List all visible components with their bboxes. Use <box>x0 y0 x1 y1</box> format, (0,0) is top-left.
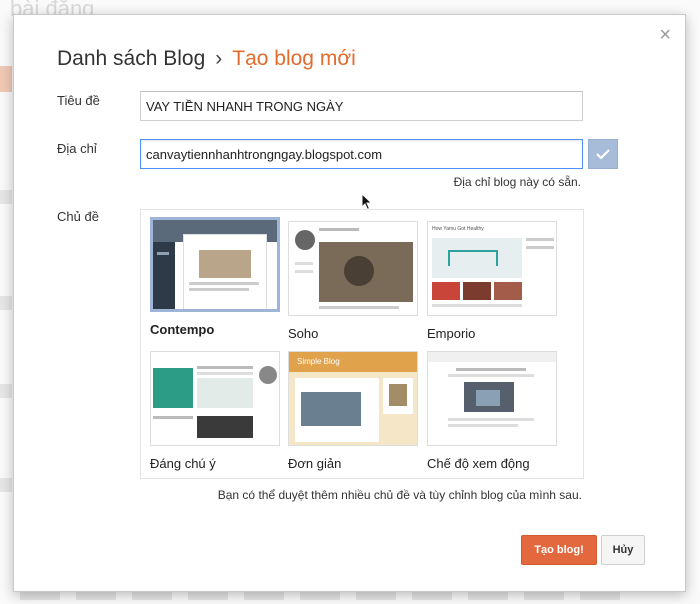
title-input[interactable] <box>140 91 583 121</box>
mouse-pointer-icon <box>361 193 373 211</box>
check-availability-button[interactable] <box>588 139 618 169</box>
theme-thumbnail: Simple Blog <box>288 351 418 446</box>
theme-contempo[interactable]: Contempo <box>150 217 280 337</box>
theme-name: Contempo <box>150 322 215 337</box>
create-blog-button[interactable]: Tạo blog! <box>521 535 597 565</box>
breadcrumb-new-blog: Tạo blog mới <box>232 47 356 70</box>
simple-thumb-header: Simple Blog <box>297 357 340 366</box>
footer-note: Bạn có thể duyệt thêm nhiều chủ đề và tù… <box>217 488 582 502</box>
cancel-button[interactable]: Hủy <box>601 535 645 565</box>
theme-thumbnail <box>150 351 280 446</box>
theme-thumbnail <box>150 217 280 312</box>
theme-soho[interactable]: Soho <box>288 221 418 341</box>
title-label: Tiêu đề <box>57 93 100 108</box>
theme-name: Emporio <box>427 326 476 341</box>
theme-thumbnail <box>427 351 557 446</box>
theme-notable[interactable]: Đáng chú ý <box>150 351 280 471</box>
theme-name: Đơn giản <box>288 456 342 471</box>
theme-thumbnail: How Yamu Got Healthy <box>427 221 557 316</box>
address-input[interactable] <box>140 139 583 169</box>
check-icon <box>596 149 610 160</box>
breadcrumb-separator: › <box>215 47 223 70</box>
address-label: Địa chỉ <box>57 141 97 156</box>
dialog-breadcrumb: Danh sách Blog › Tạo blog mới <box>57 47 356 71</box>
theme-dynamic-views[interactable]: Chế độ xem động <box>427 351 557 471</box>
background-row <box>0 296 12 310</box>
theme-emporio[interactable]: How Yamu Got Healthy Emporio <box>427 221 557 341</box>
theme-name: Chế độ xem động <box>427 456 530 471</box>
create-blog-dialog: × Danh sách Blog › Tạo blog mới Tiêu đề Đị… <box>13 14 686 592</box>
close-icon[interactable]: × <box>659 25 671 45</box>
address-status: Địa chỉ blog này có sẵn. <box>453 175 581 189</box>
theme-label: Chủ đề <box>57 209 99 224</box>
background-row <box>0 190 12 204</box>
breadcrumb-blog-list[interactable]: Danh sách Blog <box>57 47 205 70</box>
background-row <box>0 384 12 398</box>
theme-thumbnail <box>288 221 418 316</box>
background-row <box>0 478 12 492</box>
emporio-thumb-header: How Yamu Got Healthy <box>432 226 484 232</box>
theme-simple[interactable]: Simple Blog Đơn giản <box>288 351 418 471</box>
theme-name: Đáng chú ý <box>150 456 216 471</box>
theme-name: Soho <box>288 326 319 341</box>
background-orange-block <box>0 66 12 92</box>
theme-gallery: Contempo Soho How Yamu Got Healthy Empor… <box>140 209 584 479</box>
